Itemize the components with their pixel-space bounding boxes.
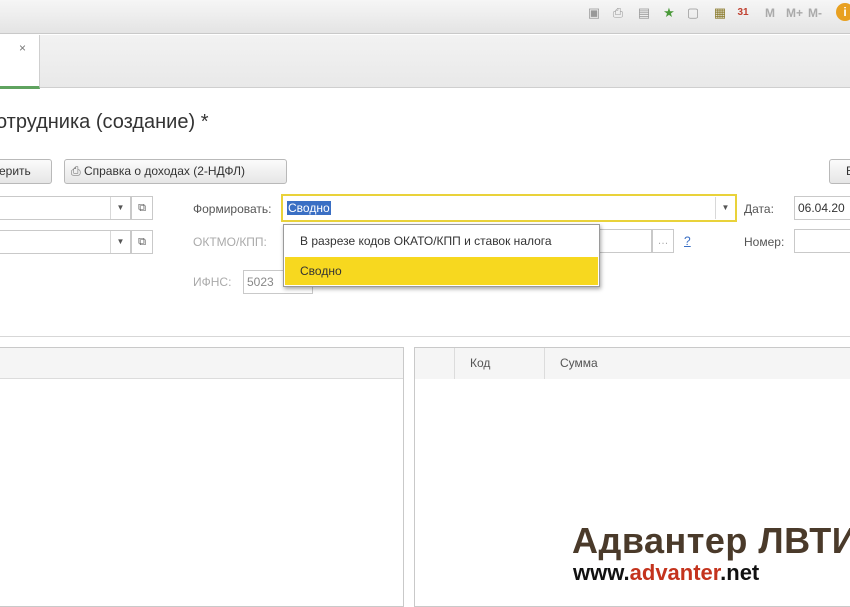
add-favorite-icon[interactable]: ★ <box>661 5 677 21</box>
date-value: 06.04.20 <box>798 201 845 215</box>
print-icon[interactable]: ⎙ <box>610 5 626 21</box>
url-highlight: advanter <box>629 560 721 585</box>
oktmo-field[interactable] <box>600 229 652 253</box>
left-table[interactable] <box>0 347 404 607</box>
chevron-down-icon[interactable]: ▼ <box>715 197 735 219</box>
open-icon[interactable]: ⧉ <box>131 230 153 254</box>
dropdown-option[interactable]: В разрезе кодов ОКАТО/КПП и ставок налог… <box>285 227 598 255</box>
right-action-label: В <box>846 164 850 178</box>
calculator-icon[interactable]: ▦ <box>712 5 728 21</box>
number-label: Номер: <box>744 235 785 249</box>
column-header-code[interactable]: Код <box>455 348 545 379</box>
url-suffix: .net <box>720 560 760 585</box>
print-icon: ⎙ <box>71 164 81 178</box>
memory-minus-button[interactable]: M- <box>808 6 822 20</box>
employee-field[interactable]: ▼ <box>0 230 131 254</box>
chevron-down-icon[interactable]: ▼ <box>110 197 130 219</box>
calendar-icon[interactable]: 31 <box>735 5 751 21</box>
column-header-sum[interactable]: Сумма <box>545 348 850 379</box>
ifns-label: ИФНС: <box>193 275 232 289</box>
check-button-label: ерить <box>0 164 31 178</box>
brand-logo: Адвантер ЛВТИ <box>572 520 850 561</box>
date-label: Дата: <box>744 202 774 216</box>
url-prefix: www. <box>573 560 630 585</box>
brand-url: www.advanter.net <box>573 560 759 586</box>
open-icon[interactable]: ⧉ <box>131 196 153 220</box>
left-table-header <box>0 348 403 379</box>
column-header-blank <box>415 348 455 379</box>
income-report-label: Справка о доходах (2-НДФЛ) <box>83 164 245 178</box>
dropdown-option-selected[interactable]: Сводно <box>285 257 598 285</box>
close-icon[interactable]: × <box>19 41 26 55</box>
page-title: отрудника (создание) * <box>0 111 209 133</box>
generate-select-value: Сводно <box>287 201 331 215</box>
preview-icon[interactable]: ▤ <box>636 5 652 21</box>
memory-plus-button[interactable]: M+ <box>786 6 803 20</box>
chevron-down-icon[interactable]: ▼ <box>110 231 130 253</box>
copy-icon[interactable]: ▢ <box>685 5 701 21</box>
number-field[interactable] <box>794 229 850 253</box>
ifns-value: 5023 <box>247 275 274 289</box>
right-action-button[interactable]: В <box>829 159 850 184</box>
income-report-button[interactable]: ⎙ Справка о доходах (2-НДФЛ) <box>64 159 287 184</box>
tab-strip <box>0 35 850 88</box>
oktmo-label: ОКТМО/КПП: <box>193 235 267 249</box>
divider <box>0 336 850 337</box>
organization-field[interactable]: ▼ <box>0 196 131 220</box>
save-icon[interactable]: ▣ <box>586 5 602 21</box>
memory-button[interactable]: M <box>765 6 775 20</box>
select-icon[interactable]: … <box>652 229 674 253</box>
generate-select[interactable]: Сводно ▼ <box>281 194 737 222</box>
info-icon[interactable]: i <box>836 3 850 21</box>
help-link[interactable]: ? <box>684 234 691 248</box>
generate-dropdown: В разрезе кодов ОКАТО/КПП и ставок налог… <box>283 224 600 287</box>
check-button[interactable]: ерить <box>0 159 52 184</box>
date-field[interactable]: 06.04.20 <box>794 196 850 220</box>
generate-label: Формировать: <box>193 202 272 216</box>
